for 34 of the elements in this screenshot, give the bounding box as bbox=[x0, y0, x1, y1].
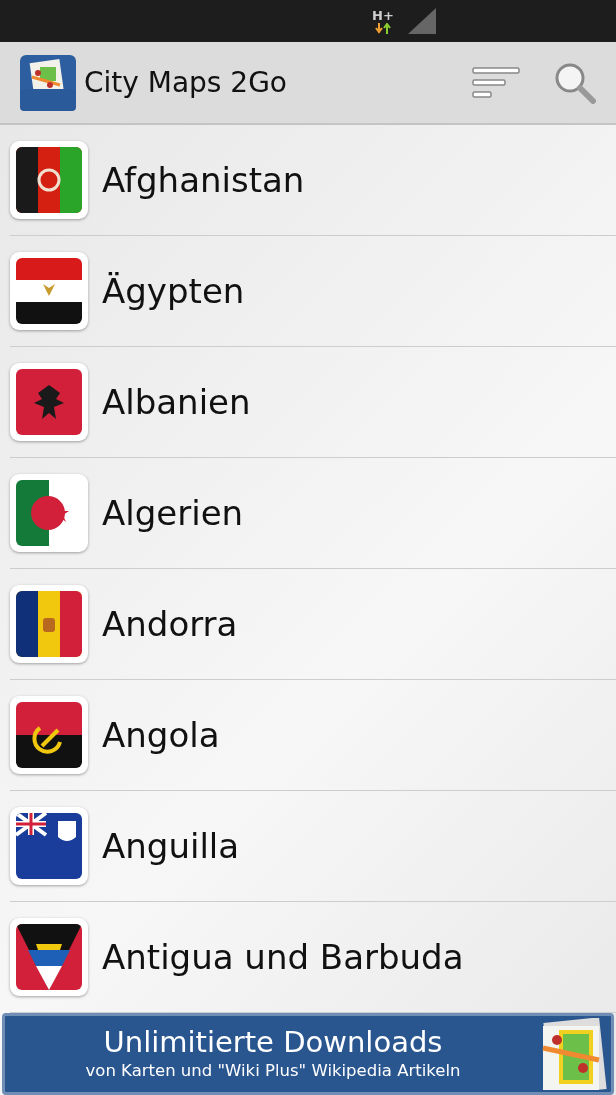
country-name: Andorra bbox=[102, 604, 238, 644]
sort-button[interactable] bbox=[472, 66, 520, 99]
country-row[interactable]: Afghanistan bbox=[10, 125, 616, 236]
country-row[interactable]: Ägypten bbox=[10, 236, 616, 347]
banner-title: Unlimitierte Downloads bbox=[103, 1025, 443, 1059]
flag-icon bbox=[10, 918, 88, 996]
country-name: Albanien bbox=[102, 382, 251, 422]
flag-icon bbox=[10, 474, 88, 552]
flag-icon bbox=[10, 252, 88, 330]
network-type: H+ bbox=[372, 8, 394, 23]
country-row[interactable]: Andorra bbox=[10, 569, 616, 680]
app-logo-icon bbox=[20, 54, 76, 111]
country-name: Antigua und Barbuda bbox=[102, 937, 464, 977]
flag-icon bbox=[10, 696, 88, 774]
country-row[interactable]: Antigua und Barbuda bbox=[10, 902, 616, 1013]
country-row[interactable]: Angola bbox=[10, 680, 616, 791]
signal-icon bbox=[407, 8, 436, 34]
country-row[interactable]: Anguilla bbox=[10, 791, 616, 902]
country-name: Ägypten bbox=[102, 271, 245, 311]
ad-banner[interactable]: Unlimitierte Downloads von Karten und "Wiki Plus" Wikipedia Artikeln bbox=[2, 1013, 614, 1095]
country-name: Afghanistan bbox=[102, 160, 305, 200]
app-title: City Maps 2Go bbox=[84, 66, 288, 99]
country-name: Anguilla bbox=[102, 826, 240, 866]
country-name: Angola bbox=[102, 715, 220, 755]
data-arrows-icon bbox=[374, 22, 391, 34]
country-row[interactable]: Albanien bbox=[10, 347, 616, 458]
flag-icon bbox=[10, 363, 88, 441]
flag-icon bbox=[10, 807, 88, 885]
banner-subtitle: von Karten und "Wiki Plus" Wikipedia Artikeln bbox=[85, 1060, 461, 1082]
flag-icon bbox=[10, 141, 88, 219]
search-button[interactable] bbox=[554, 61, 596, 104]
country-row[interactable]: Algerien bbox=[10, 458, 616, 569]
country-name: Algerien bbox=[102, 493, 244, 533]
flag-icon bbox=[10, 585, 88, 663]
